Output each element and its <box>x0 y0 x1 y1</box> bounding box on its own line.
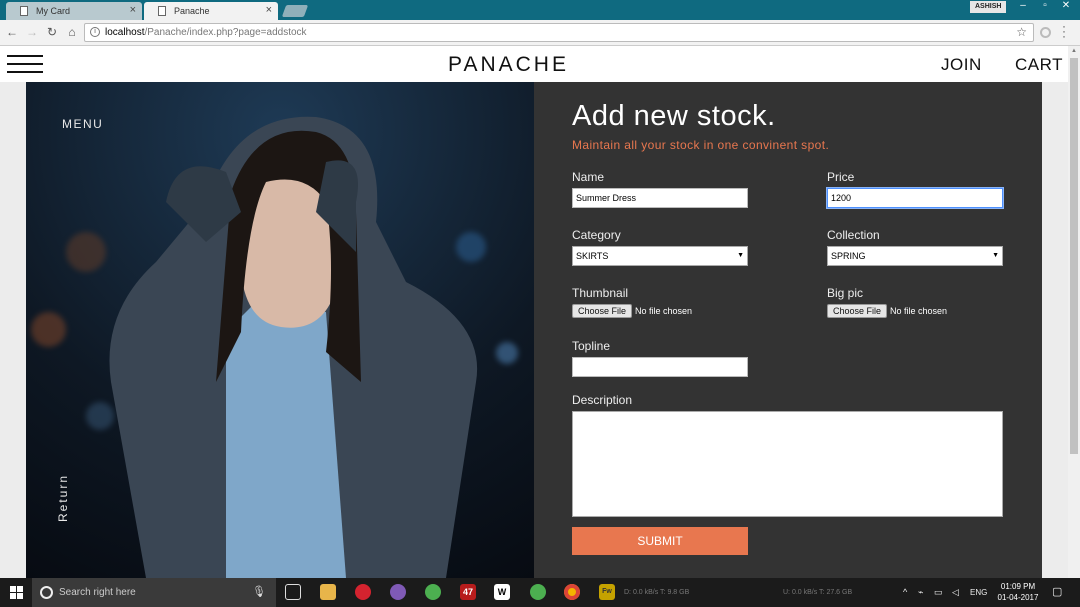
profile-button[interactable]: ASHISH <box>970 1 1007 13</box>
description-textarea[interactable] <box>572 411 1003 517</box>
url-path: /Panache/index.php?page=addstock <box>144 27 307 38</box>
description-label: Description <box>572 393 633 407</box>
main-panel: MENU Return Add new stock. Maintain all … <box>26 82 1042 578</box>
big-pic-file-status: No file chosen <box>890 306 948 316</box>
volume-icon[interactable]: ◁ <box>952 587 959 598</box>
hamburger-menu-icon[interactable] <box>7 55 43 73</box>
file-explorer-icon[interactable] <box>320 584 336 600</box>
topline-input[interactable] <box>572 357 748 377</box>
net-download-stat: D: 0.0 kB/s T: 9.8 GB <box>624 589 690 596</box>
name-input[interactable]: Summer Dress <box>572 188 748 208</box>
new-tab-button[interactable] <box>281 5 309 17</box>
collection-label: Collection <box>827 228 880 242</box>
price-label: Price <box>827 170 855 184</box>
clock-date: 01-04-2017 <box>997 593 1039 602</box>
big-pic-label: Big pic <box>827 286 864 300</box>
taskbar-clock[interactable]: 01:09 PM 01-04-2017 <box>992 581 1044 603</box>
menu-dots-icon[interactable]: · · · <box>1062 20 1066 42</box>
wamp-icon[interactable]: W <box>494 584 510 600</box>
hero-photo: MENU Return <box>26 82 534 578</box>
minimize-icon[interactable]: – <box>1013 0 1033 14</box>
home-icon[interactable]: ⌂ <box>65 25 79 39</box>
tab-my-card[interactable]: My Card × <box>6 2 142 20</box>
browser-tab-strip: My Card × Panache × ASHISH – ▫ ✕ <box>0 0 1080 20</box>
windows-start-icon[interactable] <box>10 586 24 600</box>
price-input[interactable]: 1200 <box>827 188 1003 208</box>
add-stock-form: Add new stock. Maintain all your stock i… <box>572 82 1042 578</box>
tab-title: Panache <box>174 6 210 16</box>
language-indicator[interactable]: ENG <box>970 588 987 597</box>
submit-button[interactable]: SUBMIT <box>572 527 748 555</box>
search-placeholder: Search right here <box>59 587 136 598</box>
fireworks-icon[interactable]: Fw <box>599 584 615 600</box>
photo-menu-label[interactable]: MENU <box>62 117 103 131</box>
thumbnail-label: Thumbnail <box>572 286 629 300</box>
address-bar[interactable]: i localhost/Panache/index.php?page=addst… <box>84 23 1034 42</box>
net-upload-stat: U: 0.0 kB/s T: 27.6 GB <box>783 589 853 596</box>
browser-toolbar: ← → ↻ ⌂ i localhost/Panache/index.php?pa… <box>0 20 1080 46</box>
opera-icon[interactable] <box>355 584 371 600</box>
category-select[interactable]: SKIRTS ▼ <box>572 246 748 266</box>
page-icon <box>20 6 28 16</box>
app-icon[interactable] <box>530 584 546 600</box>
page-icon <box>158 6 166 16</box>
join-link[interactable]: JOIN <box>941 55 982 75</box>
category-label: Category <box>572 228 621 242</box>
topline-label: Topline <box>572 339 611 353</box>
name-label: Name <box>572 170 605 184</box>
chevron-down-icon: ▼ <box>737 252 744 259</box>
category-value: SKIRTS <box>576 251 609 261</box>
scrollbar-thumb[interactable] <box>1070 58 1078 454</box>
page-scrollbar[interactable]: ▲ <box>1068 46 1080 578</box>
battery-icon[interactable]: ▭ <box>934 587 943 598</box>
back-icon[interactable]: ← <box>5 25 19 39</box>
notification-center-icon[interactable]: ▢ <box>1052 585 1062 598</box>
windows-taskbar: Search right here 🎙 47 W Fw D: 0.0 kB/s … <box>0 578 1080 607</box>
clock-time: 01:09 PM <box>1000 582 1036 591</box>
collection-select[interactable]: SPRING ▼ <box>827 246 1003 266</box>
page-subtitle: Maintain all your stock in one convinent… <box>572 138 830 152</box>
collection-value: SPRING <box>831 251 866 261</box>
site-header: PANACHE JOIN CART <box>0 46 1068 82</box>
site-logo[interactable]: PANACHE <box>448 53 569 77</box>
bookmark-star-icon[interactable]: ☆ <box>1016 24 1027 41</box>
network-icon[interactable]: ⌁ <box>918 587 923 598</box>
app-icon[interactable] <box>390 584 406 600</box>
close-icon[interactable]: × <box>130 4 136 16</box>
woman-figure-illustration <box>109 116 478 578</box>
task-view-icon[interactable] <box>285 584 301 600</box>
app-icon[interactable] <box>425 584 441 600</box>
chevron-down-icon: ▼ <box>992 252 999 259</box>
reload-icon[interactable]: ↻ <box>45 25 59 39</box>
big-pic-file-input: Choose File No file chosen <box>827 304 947 318</box>
url-host: localhost <box>105 27 145 38</box>
info-icon[interactable]: i <box>90 27 100 37</box>
cart-link[interactable]: CART <box>1015 55 1063 75</box>
cortana-icon <box>40 586 53 599</box>
tray-chevron-icon[interactable]: ^ <box>903 587 907 597</box>
extension-icon[interactable] <box>1040 27 1051 38</box>
close-icon[interactable]: × <box>266 4 272 16</box>
microphone-icon[interactable]: 🎙 <box>252 578 266 607</box>
taskbar-search[interactable]: Search right here 🎙 <box>32 578 276 607</box>
notification-app-icon[interactable]: 47 <box>460 584 476 600</box>
page-title: Add new stock. <box>572 100 776 132</box>
maximize-icon[interactable]: ▫ <box>1035 0 1055 14</box>
thumbnail-choose-file-button[interactable]: Choose File <box>572 304 633 318</box>
big-pic-choose-file-button[interactable]: Choose File <box>827 304 888 318</box>
tab-panache[interactable]: Panache × <box>144 2 278 20</box>
return-link[interactable]: Return <box>56 474 70 522</box>
scroll-up-icon[interactable]: ▲ <box>1071 48 1077 54</box>
thumbnail-file-input: Choose File No file chosen <box>572 304 692 318</box>
chrome-icon[interactable] <box>564 584 580 600</box>
close-window-icon[interactable]: ✕ <box>1056 0 1076 14</box>
tab-title: My Card <box>36 6 71 16</box>
forward-icon[interactable]: → <box>25 25 39 39</box>
thumbnail-file-status: No file chosen <box>635 306 693 316</box>
